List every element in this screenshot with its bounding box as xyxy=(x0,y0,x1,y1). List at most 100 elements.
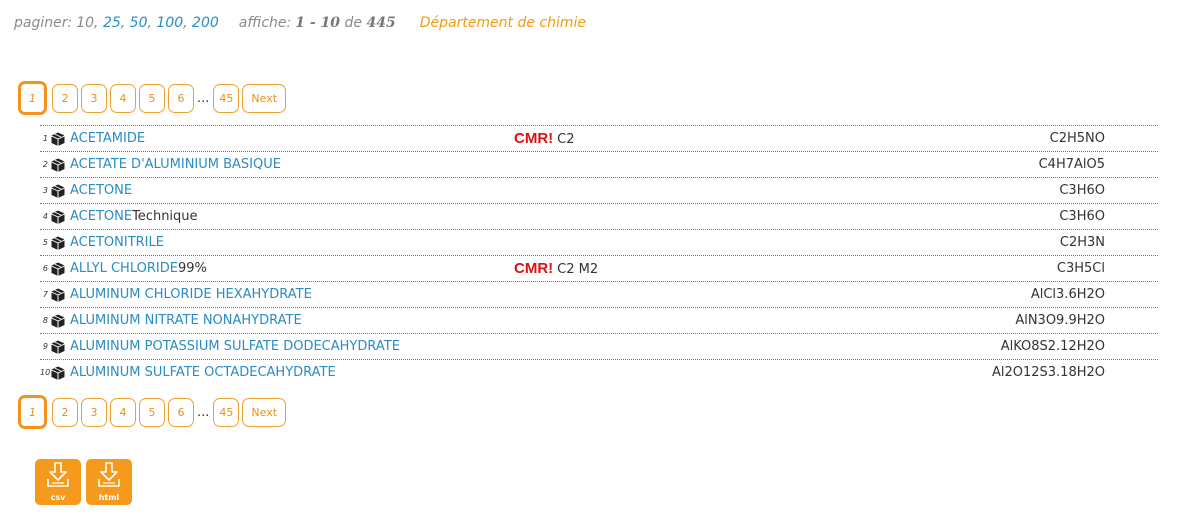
row-number: 1 xyxy=(42,134,48,143)
table-row: 5 ACETONITRILE C2H3N xyxy=(40,229,1158,255)
box-icon xyxy=(50,261,66,277)
cmr-cell xyxy=(514,334,518,360)
table-row: 7 ALUMINUM CHLORIDE HEXAHYDRATE AlCl3.6H2O xyxy=(40,281,1158,307)
page-size-50-link[interactable]: 50 xyxy=(130,15,148,31)
total-count: 445 xyxy=(366,15,396,31)
formula-cell: C3H5Cl xyxy=(1056,261,1105,276)
page-size-100-link[interactable]: 100 xyxy=(156,15,183,31)
table-row: 8 ALUMINUM NITRATE NONAHYDRATE AlN3O9.9H2O xyxy=(40,307,1158,333)
table-row: 4 ACETONETechnique C3H6O xyxy=(40,203,1158,229)
export-csv-button[interactable]: csv xyxy=(35,459,81,505)
formula-cell: AlCl3.6H2O xyxy=(1030,287,1105,302)
export-csv-label: csv xyxy=(50,493,66,502)
table-row: 3 ACETONE C3H6O xyxy=(40,177,1158,203)
page-4-button[interactable]: 4 xyxy=(110,83,136,113)
cmr-cell xyxy=(514,204,518,230)
page-5-button[interactable]: 5 xyxy=(139,83,165,113)
box-icon xyxy=(50,313,66,329)
box-icon xyxy=(50,131,66,147)
next-page-button[interactable]: Next xyxy=(242,397,287,427)
page-size-200-link[interactable]: 200 xyxy=(192,15,219,31)
cmr-cell: CMR! C2 M2 xyxy=(514,256,598,282)
page-2-button[interactable]: 2 xyxy=(52,83,78,113)
box-icon xyxy=(50,365,66,381)
row-number: 5 xyxy=(42,238,48,247)
page-3-button[interactable]: 3 xyxy=(81,397,107,427)
row-number: 2 xyxy=(42,160,48,169)
pagination-top: 1 2 3 4 5 6 ... 45 Next xyxy=(18,81,289,115)
product-link[interactable]: ALUMINUM POTASSIUM SULFATE DODECAHYDRATE xyxy=(70,339,400,354)
table-row: 10 ALUMINUM SULFATE OCTADECAHYDRATE Al2O12… xyxy=(40,359,1158,385)
product-link[interactable]: ALUMINUM SULFATE OCTADECAHYDRATE xyxy=(70,365,336,380)
product-link[interactable]: ACETAMIDE xyxy=(70,131,145,146)
page-4-button[interactable]: 4 xyxy=(110,397,136,427)
product-name-cell: ALUMINUM NITRATE NONAHYDRATE xyxy=(70,308,302,333)
box-icon xyxy=(50,235,66,251)
row-number: 9 xyxy=(42,342,48,351)
table-row: 1 ACETAMIDE CMR! C2 C2H5NO xyxy=(40,125,1158,151)
row-number: 8 xyxy=(42,316,48,325)
cmr-cell xyxy=(514,230,518,256)
department-link[interactable]: Département de chimie xyxy=(420,15,586,31)
page-5-button[interactable]: 5 xyxy=(139,397,165,427)
product-link[interactable]: ACETONITRILE xyxy=(70,235,164,250)
page-size-25-link[interactable]: 25 xyxy=(103,15,121,31)
page-current: 1 xyxy=(18,81,47,115)
product-name-cell: ALUMINUM SULFATE OCTADECAHYDRATE xyxy=(70,360,336,385)
box-icon xyxy=(50,209,66,225)
page-last-button[interactable]: 45 xyxy=(213,397,240,427)
product-link[interactable]: ACETATE D'ALUMINIUM BASIQUE xyxy=(70,157,281,172)
page-6-button[interactable]: 6 xyxy=(168,397,194,427)
display-label: affiche: xyxy=(238,15,292,31)
page-2-button[interactable]: 2 xyxy=(52,397,78,427)
product-extra: 99% xyxy=(177,261,207,276)
download-icon xyxy=(98,462,120,487)
pagination-bottom: 1 2 3 4 5 6 ... 45 Next xyxy=(18,395,289,429)
row-number: 3 xyxy=(42,186,48,195)
formula-cell: C2H3N xyxy=(1059,235,1105,250)
formula-cell: C4H7AlO5 xyxy=(1038,157,1105,172)
row-number: 7 xyxy=(42,290,48,299)
cmr-warning: CMR! xyxy=(514,260,554,277)
table-row: 9 ALUMINUM POTASSIUM SULFATE DODECAHYDRAT… xyxy=(40,333,1158,359)
product-link[interactable]: ALLYL CHLORIDE xyxy=(70,261,178,276)
export-buttons: csv html xyxy=(35,459,137,505)
formula-cell: Al2O12S3.18H2O xyxy=(991,365,1105,380)
cmr-code: C2 xyxy=(557,132,575,147)
row-number: 6 xyxy=(42,264,48,273)
product-link[interactable]: ACETONE xyxy=(70,183,132,198)
product-link[interactable]: ACETONE xyxy=(70,209,132,224)
product-name-cell: ALUMINUM CHLORIDE HEXAHYDRATE xyxy=(70,282,312,307)
of-label: de xyxy=(344,15,363,31)
page-3-button[interactable]: 3 xyxy=(81,83,107,113)
cmr-cell xyxy=(514,360,518,386)
export-html-label: html xyxy=(98,493,120,502)
page-current: 1 xyxy=(18,395,47,429)
product-link[interactable]: ALUMINUM CHLORIDE HEXAHYDRATE xyxy=(70,287,312,302)
next-page-button[interactable]: Next xyxy=(242,83,287,113)
page-last-button[interactable]: 45 xyxy=(213,83,240,113)
product-name-cell: ACETATE D'ALUMINIUM BASIQUE xyxy=(70,152,281,177)
formula-cell: AlN3O9.9H2O xyxy=(1015,313,1105,328)
export-html-button[interactable]: html xyxy=(86,459,132,505)
row-number: 4 xyxy=(42,212,48,221)
cmr-cell xyxy=(514,308,518,334)
product-link[interactable]: ALUMINUM NITRATE NONAHYDRATE xyxy=(70,313,302,328)
product-name-cell: ACETONE xyxy=(70,178,132,203)
page-6-button[interactable]: 6 xyxy=(168,83,194,113)
product-name-cell: ALUMINUM POTASSIUM SULFATE DODECAHYDRATE xyxy=(70,334,400,359)
formula-cell: C3H6O xyxy=(1059,209,1105,224)
display-range: 1 - 10 xyxy=(295,15,341,31)
product-name-cell: ACETAMIDE xyxy=(70,126,145,151)
pager-ellipsis: ... xyxy=(197,90,210,106)
cmr-cell xyxy=(514,152,518,178)
product-name-cell: ACETONITRILE xyxy=(70,230,164,255)
box-icon xyxy=(50,183,66,199)
formula-cell: AlKO8S2.12H2O xyxy=(1000,339,1105,354)
formula-cell: C3H6O xyxy=(1059,183,1105,198)
page-size-10: 10 xyxy=(76,15,95,31)
cmr-cell: CMR! C2 xyxy=(514,126,575,152)
table-row: 2 ACETATE D'ALUMINIUM BASIQUE C4H7AlO5 xyxy=(40,151,1158,177)
cmr-cell xyxy=(514,282,518,308)
product-list: 1 ACETAMIDE CMR! C2 C2H5NO 2 ACETATE D'ALUMINI… xyxy=(40,125,1158,385)
